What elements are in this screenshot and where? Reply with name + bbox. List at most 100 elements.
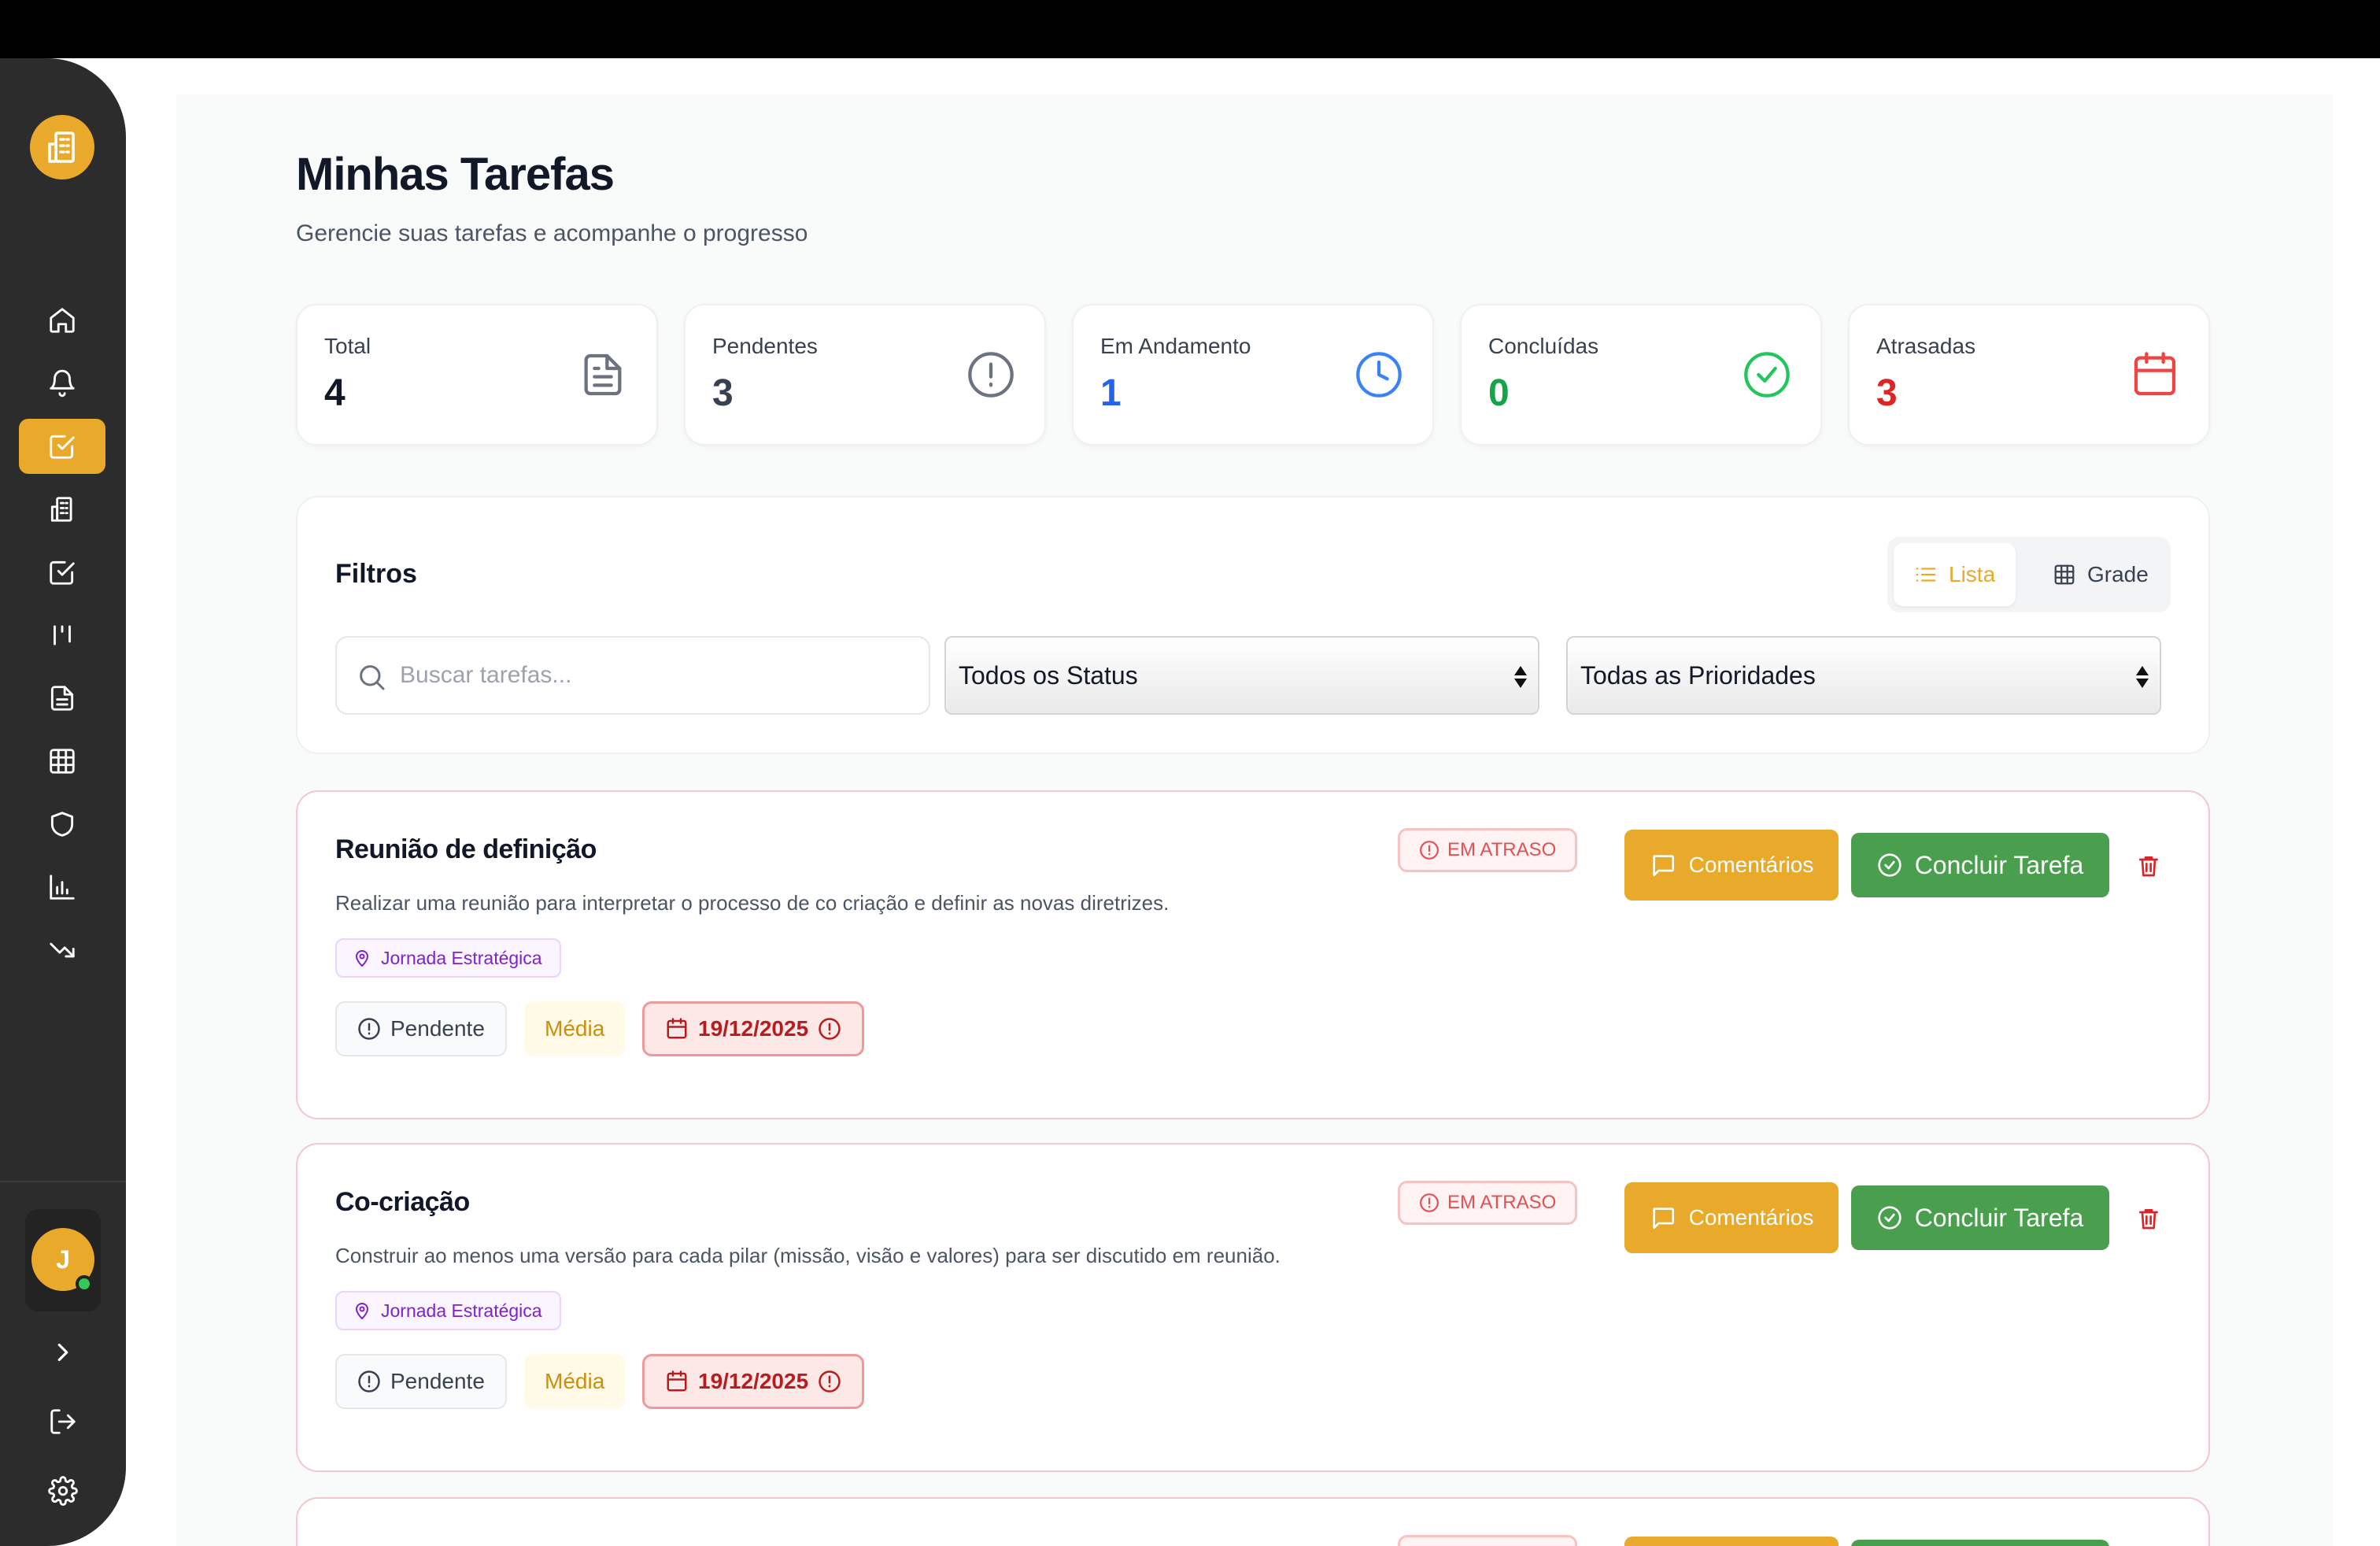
project-tag[interactable]: Jornada Estratégica xyxy=(335,938,561,978)
status-select[interactable]: Todos os Status xyxy=(944,636,1539,715)
stat-card-total: Total 4 xyxy=(296,304,658,446)
status-chip: Pendente xyxy=(335,1001,507,1056)
sidebar-item-home[interactable] xyxy=(19,293,105,348)
stat-label: Em Andamento xyxy=(1100,334,1251,358)
sidebar-item-notifications[interactable] xyxy=(19,356,105,411)
list-icon xyxy=(1916,568,1936,582)
stat-card-completed: Concluídas 0 xyxy=(1460,304,1822,446)
project-tag[interactable]: Jornada Estratégica xyxy=(335,1291,561,1330)
comment-icon xyxy=(1653,1208,1674,1230)
overdue-badge xyxy=(1398,1535,1577,1546)
page-subtitle: Gerencie suas tarefas e acompanhe o prog… xyxy=(296,220,808,246)
overdue-label: EM ATRASO xyxy=(1447,839,1557,860)
grid-icon xyxy=(2054,564,2075,585)
checkbox-icon xyxy=(50,560,75,585)
settings-button[interactable] xyxy=(31,1467,94,1515)
stat-card-in-progress: Em Andamento 1 xyxy=(1072,304,1434,446)
task-card[interactable]: Co-criação Construir ao menos uma versão… xyxy=(296,1143,2210,1472)
due-date-chip: 19/12/2025 xyxy=(642,1354,865,1409)
online-status-dot xyxy=(76,1275,93,1293)
priority-chip: Média xyxy=(524,1354,626,1409)
calendar-icon xyxy=(667,1018,687,1039)
task-description: Realizar uma reunião para interpretar o … xyxy=(335,891,1170,915)
filters-panel: Filtros Lista Grade Todos os Status Toda… xyxy=(296,496,2210,754)
stat-value: 3 xyxy=(712,372,734,414)
grid-view-label: Grade xyxy=(2087,562,2149,586)
complete-task-label: Concluir Tarefa xyxy=(1914,850,2084,879)
search-icon xyxy=(360,665,385,690)
complete-task-button[interactable] xyxy=(1851,1540,2109,1546)
stat-value: 4 xyxy=(324,372,346,414)
task-card-partial[interactable] xyxy=(296,1497,2210,1546)
priority-select[interactable]: Todas as Prioridades xyxy=(1566,636,2161,715)
due-date: 19/12/2025 xyxy=(698,1016,809,1041)
status-label: Pendente xyxy=(390,1369,485,1393)
priority-chip: Média xyxy=(524,1001,626,1056)
search-input[interactable] xyxy=(400,638,911,713)
delete-task-button[interactable] xyxy=(2133,1203,2164,1234)
stat-label: Concluídas xyxy=(1488,334,1599,358)
alert-circle-icon xyxy=(358,1370,380,1393)
delete-task-button[interactable] xyxy=(2133,850,2164,882)
columns-icon xyxy=(54,625,71,645)
sidebar-item-checklist[interactable] xyxy=(19,545,105,600)
comments-button[interactable]: Comentários xyxy=(1624,830,1839,901)
sidebar-item-grid[interactable] xyxy=(19,734,105,789)
search-field xyxy=(335,636,930,715)
task-description: Construir ao menos uma versão para cada … xyxy=(335,1244,1281,1267)
gear-icon xyxy=(48,1476,78,1506)
shield-icon xyxy=(50,812,74,837)
comments-button[interactable]: Comentários xyxy=(1624,1182,1839,1253)
complete-task-button[interactable]: Concluir Tarefa xyxy=(1851,1185,2109,1250)
stat-card-overdue: Atrasadas 3 xyxy=(1848,304,2210,446)
top-black-bar xyxy=(0,0,2380,58)
task-check-icon xyxy=(50,435,75,459)
status-label: Pendente xyxy=(390,1016,485,1041)
bell-icon xyxy=(50,369,75,398)
sidebar-item-tasks[interactable] xyxy=(19,419,105,474)
grid-icon xyxy=(50,749,75,774)
priority-select-value: Todas as Prioridades xyxy=(1580,661,1816,690)
bar-chart-icon xyxy=(50,875,75,900)
comments-label: Comentários xyxy=(1688,853,1814,877)
overdue-label: EM ATRASO xyxy=(1447,1192,1557,1213)
expand-sidebar-button[interactable] xyxy=(31,1329,94,1376)
alert-circle-icon xyxy=(358,1018,380,1040)
list-view-button[interactable]: Lista xyxy=(1894,543,2016,606)
grid-view-button[interactable]: Grade xyxy=(2032,543,2169,606)
trending-down-icon xyxy=(50,942,75,958)
sidebar: J xyxy=(0,58,126,1546)
sidebar-item-documents[interactable] xyxy=(19,671,105,726)
sidebar-item-trends[interactable] xyxy=(19,923,105,978)
building-icon xyxy=(50,497,72,522)
trash-icon xyxy=(2139,1209,2158,1230)
overdue-badge: EM ATRASO xyxy=(1398,1181,1578,1225)
complete-task-button[interactable]: Concluir Tarefa xyxy=(1851,833,2109,897)
stat-label: Total xyxy=(324,334,371,358)
sidebar-item-companies[interactable] xyxy=(19,482,105,537)
due-date-chip: 19/12/2025 xyxy=(642,1001,865,1056)
document-icon xyxy=(50,686,74,711)
logout-button[interactable] xyxy=(31,1398,94,1445)
calendar-icon xyxy=(667,1370,687,1392)
building-logo-icon xyxy=(48,131,75,163)
select-arrows-icon xyxy=(1514,666,1527,688)
comments-button[interactable] xyxy=(1624,1537,1839,1546)
map-pin-icon xyxy=(356,950,368,967)
status-select-value: Todos os Status xyxy=(959,661,1138,690)
sidebar-item-board[interactable] xyxy=(19,608,105,663)
comments-label: Comentários xyxy=(1688,1205,1814,1230)
home-icon xyxy=(50,308,75,333)
due-date: 19/12/2025 xyxy=(698,1369,809,1393)
complete-task-label: Concluir Tarefa xyxy=(1914,1203,2084,1232)
calendar-icon xyxy=(2134,352,2176,396)
user-menu[interactable]: J xyxy=(25,1209,101,1311)
priority-label: Média xyxy=(545,1016,605,1041)
task-title: Co-criação xyxy=(335,1187,470,1217)
list-view-label: Lista xyxy=(1949,562,1996,586)
app-logo[interactable] xyxy=(30,115,94,179)
task-card[interactable]: Reunião de definição Realizar uma reuniã… xyxy=(296,790,2210,1119)
sidebar-item-security[interactable] xyxy=(19,797,105,852)
stat-value: 3 xyxy=(1876,372,1898,414)
sidebar-item-reports[interactable] xyxy=(19,860,105,915)
